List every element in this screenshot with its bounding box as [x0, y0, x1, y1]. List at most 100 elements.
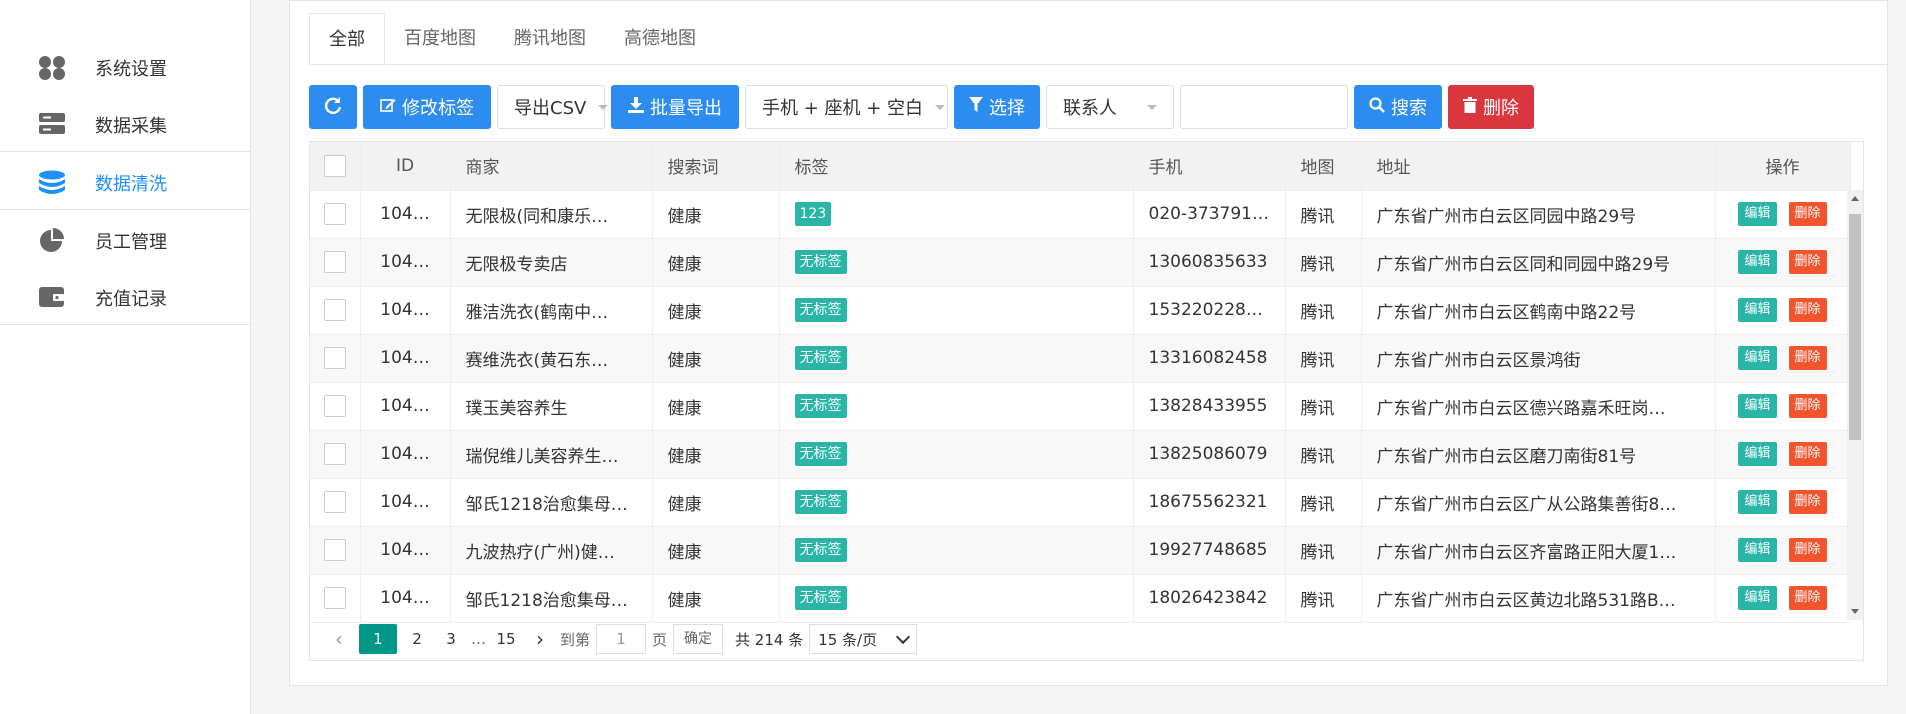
column-header-merchant[interactable]: 商家: [450, 142, 653, 191]
cell-phone: 13316082458: [1133, 334, 1286, 383]
sidebar-item-data-cleaning[interactable]: 数据清洗: [0, 152, 250, 210]
prev-page-icon[interactable]: ‹: [325, 627, 353, 651]
table-row[interactable]: 104… 无限极(同和康乐… 健康 123 020-373791… 腾讯 广东省广州市白云区…: [310, 190, 1851, 239]
row-delete-button[interactable]: 删除: [1788, 442, 1827, 466]
row-delete-button[interactable]: 删除: [1788, 202, 1827, 226]
row-delete-button[interactable]: 删除: [1788, 346, 1827, 370]
table-row[interactable]: 104… 璞玉美容养生 健康 无标签 13828433955 腾讯 广东省广州市白云区德兴路…: [310, 382, 1851, 431]
row-delete-button[interactable]: 删除: [1788, 250, 1827, 274]
tab-tencent-map[interactable]: 腾讯地图: [495, 13, 605, 64]
sidebar-menu: 系统设置 数据采集 数据清洗 员工管理 充值记录: [0, 37, 250, 325]
row-checkbox[interactable]: [323, 347, 346, 369]
column-header-id[interactable]: ID: [360, 142, 451, 191]
cell-keyword: 健康: [652, 190, 780, 239]
row-delete-button[interactable]: 删除: [1788, 394, 1827, 418]
cell-id: 104…: [360, 382, 451, 431]
goto-page-input[interactable]: 1: [596, 624, 647, 654]
row-edit-button[interactable]: 编辑: [1738, 250, 1777, 274]
page-1[interactable]: 1: [359, 624, 397, 654]
sidebar-item-recharge-records[interactable]: 充值记录: [0, 267, 250, 325]
table-row[interactable]: 104… 邹氏1218治愈集母… 健康 无标签 18675562321 腾讯 广东省广州市白…: [310, 478, 1851, 527]
refresh-button[interactable]: [309, 85, 357, 129]
select-filter-button[interactable]: 选择: [954, 85, 1040, 129]
row-edit-button[interactable]: 编辑: [1738, 346, 1777, 370]
row-edit-button[interactable]: 编辑: [1738, 586, 1777, 610]
next-page-icon[interactable]: ›: [526, 627, 554, 651]
select-all-checkbox[interactable]: [323, 154, 346, 177]
search-input[interactable]: [1180, 85, 1348, 129]
phone-type-filter-dropdown[interactable]: 手机 + 座机 + 空白: [745, 85, 948, 129]
table-row[interactable]: 104… 雅洁洗衣(鹤南中… 健康 无标签 153220228… 腾讯 广东省广州市白云区鹤…: [310, 286, 1851, 335]
cell-merchant: 邹氏1218治愈集母…: [450, 478, 653, 527]
page-size-select[interactable]: 15 条/页: [809, 624, 918, 654]
row-delete-button[interactable]: 删除: [1788, 538, 1827, 562]
cell-keyword: 健康: [652, 334, 780, 383]
scroll-up-arrow-icon[interactable]: [1851, 196, 1859, 201]
row-edit-button[interactable]: 编辑: [1738, 538, 1777, 562]
cell-map: 腾讯: [1285, 190, 1362, 239]
table-row[interactable]: 104… 瑞倪维儿美容养生… 健康 无标签 13825086079 腾讯 广东省广州市白云区…: [310, 430, 1851, 479]
export-csv-dropdown[interactable]: 导出CSV: [497, 85, 609, 129]
scrollbar-thumb[interactable]: [1849, 214, 1861, 440]
column-header-tag[interactable]: 标签: [779, 142, 1134, 191]
page-2[interactable]: 2: [403, 624, 431, 654]
page-ellipsis: …: [471, 630, 486, 648]
row-checkbox[interactable]: [323, 539, 346, 561]
sidebar-item-data-collection[interactable]: 数据采集: [0, 94, 250, 152]
contact-label: 联系人: [1063, 98, 1117, 119]
row-checkbox[interactable]: [323, 299, 346, 321]
cell-map: 腾讯: [1285, 430, 1362, 479]
edit-tags-button[interactable]: 修改标签: [363, 85, 491, 129]
row-edit-button[interactable]: 编辑: [1738, 490, 1777, 514]
row-edit-button[interactable]: 编辑: [1738, 298, 1777, 322]
tab-all[interactable]: 全部: [309, 13, 385, 66]
cell-address: 广东省广州市白云区同和同园中路29号: [1361, 238, 1716, 287]
cell-merchant: 邹氏1218治愈集母…: [450, 574, 653, 623]
row-checkbox[interactable]: [323, 251, 346, 273]
table-row[interactable]: 104… 邹氏1218治愈集母… 健康 无标签 18026423842 腾讯 广东省广州市白…: [310, 574, 1851, 623]
cell-address: 广东省广州市白云区黄边北路531路B…: [1361, 574, 1716, 623]
cell-id: 104…: [360, 574, 451, 623]
delete-button[interactable]: 删除: [1448, 85, 1534, 129]
row-edit-button[interactable]: 编辑: [1738, 394, 1777, 418]
row-checkbox[interactable]: [323, 203, 346, 225]
row-delete-button[interactable]: 删除: [1788, 586, 1827, 610]
cell-phone: 19927748685: [1133, 526, 1286, 575]
tab-amap[interactable]: 高德地图: [605, 13, 715, 64]
row-checkbox[interactable]: [323, 587, 346, 609]
cell-map: 腾讯: [1285, 334, 1362, 383]
batch-export-button[interactable]: 批量导出: [611, 85, 739, 129]
page-last[interactable]: 15: [492, 624, 520, 654]
cell-keyword: 健康: [652, 430, 780, 479]
scroll-down-arrow-icon[interactable]: [1851, 609, 1859, 614]
page-3[interactable]: 3: [437, 624, 465, 654]
row-edit-button[interactable]: 编辑: [1738, 202, 1777, 226]
row-select-cell: [310, 190, 361, 239]
table-row[interactable]: 104… 九波热疗(广州)健… 健康 无标签 19927748685 腾讯 广东省广州市白云…: [310, 526, 1851, 575]
row-edit-button[interactable]: 编辑: [1738, 442, 1777, 466]
column-header-keyword[interactable]: 搜索词: [652, 142, 780, 191]
sidebar-item-staff-management[interactable]: 员工管理: [0, 210, 250, 267]
tab-baidu-map[interactable]: 百度地图: [385, 13, 495, 64]
delete-button-label: 删除: [1483, 98, 1519, 119]
row-checkbox[interactable]: [323, 395, 346, 417]
tag-badge: 无标签: [794, 442, 847, 466]
row-checkbox[interactable]: [323, 443, 346, 465]
goto-confirm-button[interactable]: 确定: [673, 624, 724, 654]
table-vertical-scrollbar[interactable]: [1847, 190, 1863, 620]
row-delete-button[interactable]: 删除: [1788, 490, 1827, 514]
contact-dropdown[interactable]: 联系人: [1046, 85, 1174, 129]
cell-id: 104…: [360, 334, 451, 383]
map-tabs: 全部 百度地图 腾讯地图 高德地图: [309, 13, 715, 66]
table-row[interactable]: 104… 无限极专卖店 健康 无标签 13060835633 腾讯 广东省广州市白云区同和同…: [310, 238, 1851, 287]
sidebar-item-system-settings[interactable]: 系统设置: [0, 37, 250, 94]
row-checkbox[interactable]: [323, 491, 346, 513]
search-button[interactable]: 搜索: [1354, 85, 1442, 129]
column-header-phone[interactable]: 手机: [1133, 142, 1286, 191]
column-header-map[interactable]: 地图: [1285, 142, 1362, 191]
table-row[interactable]: 104… 赛维洗衣(黄石东… 健康 无标签 13316082458 腾讯 广东省广州市白云区…: [310, 334, 1851, 383]
cell-address: 广东省广州市白云区鹤南中路22号: [1361, 286, 1716, 335]
row-select-cell: [310, 286, 361, 335]
column-header-address[interactable]: 地址: [1361, 142, 1716, 191]
row-delete-button[interactable]: 删除: [1788, 298, 1827, 322]
